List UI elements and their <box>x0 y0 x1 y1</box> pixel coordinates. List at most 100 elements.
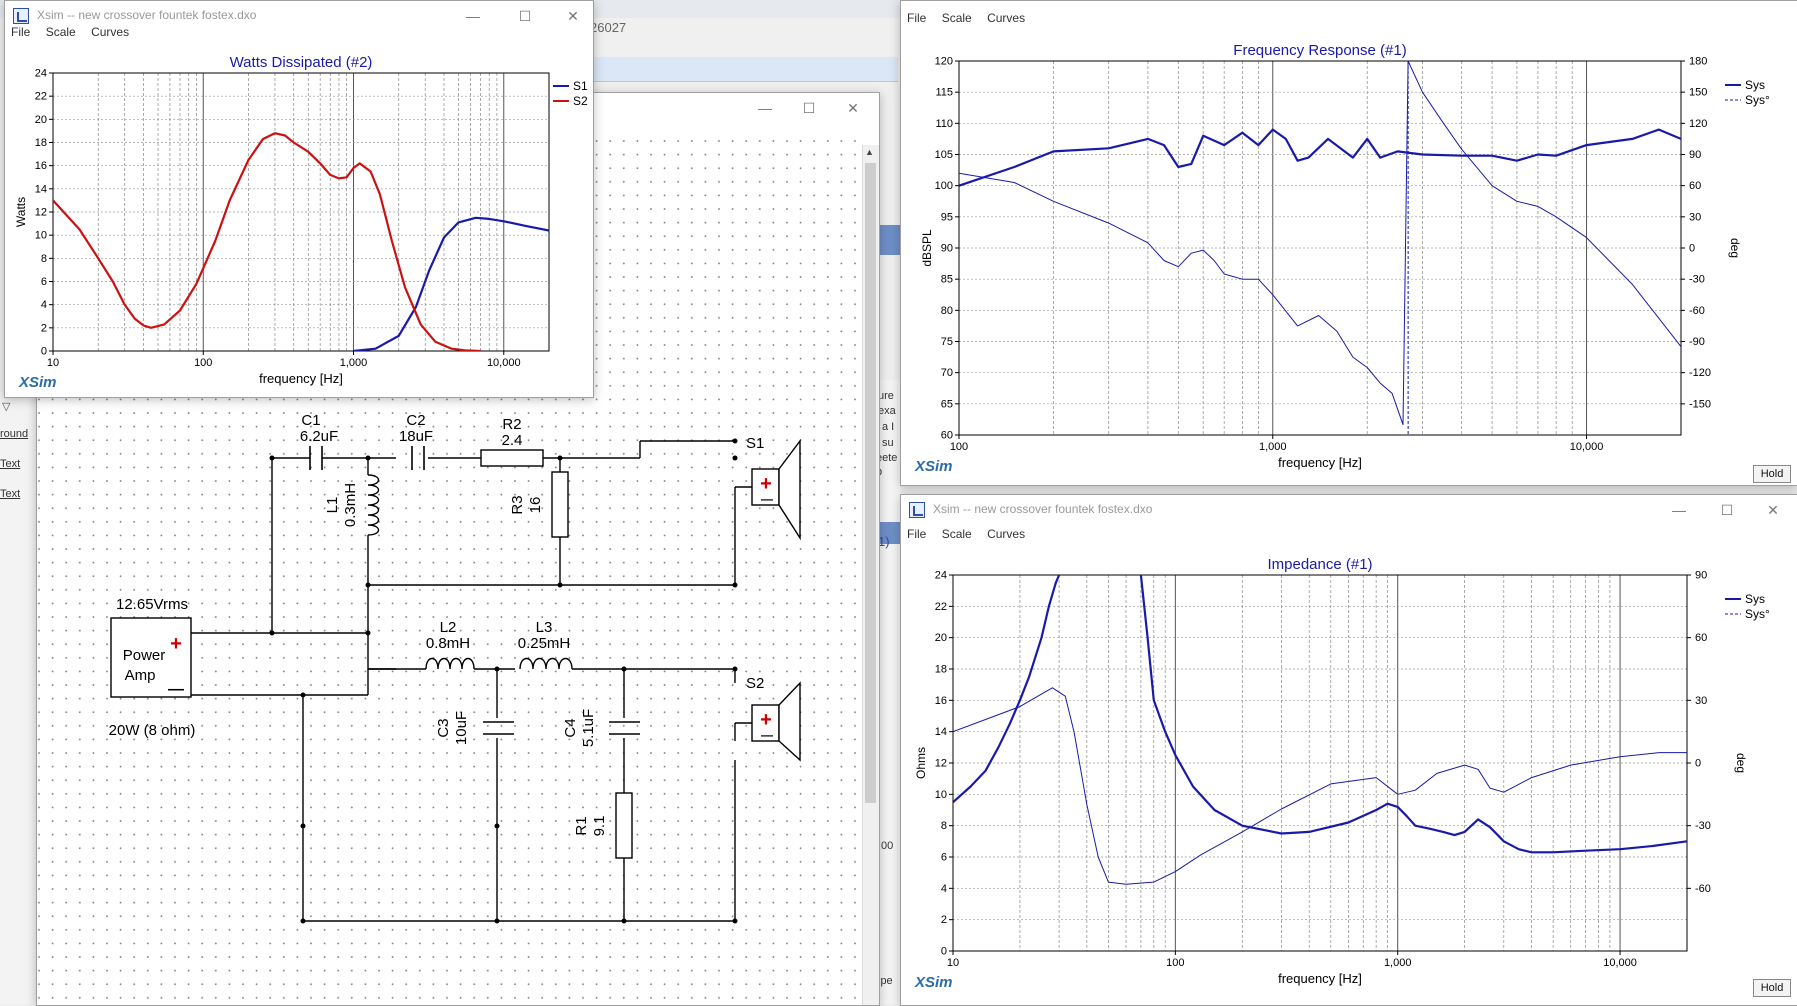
y-tick-label: 2 <box>41 322 47 334</box>
x-tick-label: 1,000 <box>340 357 368 369</box>
menu-curves[interactable]: Curves <box>981 9 1031 25</box>
y-tick-label: 14 <box>935 726 947 738</box>
y-tick-label: 22 <box>35 91 47 103</box>
mid-edge-text-3: a I <box>882 421 895 433</box>
series-line-sys <box>1139 575 1687 854</box>
xsim-app-icon <box>909 502 925 518</box>
y-tick-label: 8 <box>41 253 47 265</box>
imp-minimize-button[interactable]: — <box>1659 498 1699 522</box>
y-tick-label: 95 <box>941 211 953 223</box>
y-axis-label: Ohms <box>914 747 928 779</box>
imp-maximize-button[interactable]: ☐ <box>1707 498 1747 522</box>
y-tick-label: 0 <box>41 346 47 358</box>
imp-title-bar[interactable]: Xsim -- new crossover fountek fostex.dxo… <box>901 495 1797 525</box>
y-tick-label: 4 <box>941 883 947 895</box>
y2-tick-label: 180 <box>1689 56 1707 68</box>
y-tick-label: 14 <box>35 183 47 195</box>
y2-tick-label: -90 <box>1689 336 1705 348</box>
series-group <box>959 61 1681 426</box>
freq-window: File Scale Curves 60 65 70 75 80 85 90 95 100 105… <box>900 0 1797 486</box>
y-tick-label: 10 <box>935 789 947 801</box>
mid-edge-text-4: su <box>882 437 894 449</box>
imp-window-title: Xsim -- new crossover fountek fostex.dxo <box>933 502 1153 516</box>
schematic-minimize-button[interactable]: — <box>745 96 785 120</box>
y2-tick-label: -60 <box>1689 305 1705 317</box>
legend-label: Sys <box>1745 78 1765 92</box>
y-tick-label: 110 <box>935 118 953 130</box>
menu-curves[interactable]: Curves <box>85 23 135 39</box>
menu-scale[interactable]: Scale <box>936 9 978 25</box>
schematic-vertical-scrollbar[interactable]: ▲ <box>862 145 879 1005</box>
y2-tick-label: -120 <box>1689 367 1711 379</box>
x-tick-label: 10,000 <box>1570 441 1604 453</box>
left-edge-item-3[interactable]: Text <box>0 488 20 500</box>
y-axis-label: dBSPL <box>920 229 934 267</box>
watts-chart: 02468101214161820222410 100 1,000 10,000Wat… <box>14 54 588 391</box>
x-tick-label: 100 <box>194 357 212 369</box>
series-line-s1 <box>353 216 549 351</box>
legend-label: Sys <box>1745 592 1765 606</box>
y-tick-label: 105 <box>935 149 953 161</box>
legend-label: Sys° <box>1745 607 1770 621</box>
xsim-brand-label: XSim <box>18 374 57 391</box>
y-tick-label: 90 <box>941 243 953 255</box>
menu-file[interactable]: File <box>901 9 932 25</box>
imp-chart: 024681012141618202224-60-30030609010 100 1… <box>914 556 1770 991</box>
y-tick-label: 60 <box>941 430 953 442</box>
y-tick-label: 18 <box>935 664 947 676</box>
chart-title: Watts Dissipated (#2) <box>230 54 373 71</box>
y2-tick-label: 60 <box>1695 632 1707 644</box>
y-tick-label: 12 <box>35 207 47 219</box>
y-tick-label: 6 <box>941 852 947 864</box>
y-tick-label: 24 <box>935 570 947 582</box>
mid-edge-small-3: jpe <box>878 975 893 987</box>
mid-edge-small-2: ,00 <box>878 840 894 852</box>
y-tick-label: 70 <box>941 367 953 379</box>
xsim-brand-label: XSim <box>914 974 953 991</box>
menu-file[interactable]: File <box>5 23 36 39</box>
xsim-app-icon <box>13 8 29 24</box>
y2-tick-label: 30 <box>1689 211 1701 223</box>
y-tick-label: 120 <box>935 56 953 68</box>
y-tick-label: 0 <box>941 946 947 958</box>
chart-title: Impedance (#1) <box>1267 556 1372 573</box>
plot-frame <box>952 574 1688 952</box>
freq-hold-button[interactable]: Hold <box>1753 465 1791 483</box>
browser-address-fragment: 26027 <box>590 20 627 35</box>
x-tick-label: 100 <box>1166 957 1184 969</box>
y2-axis-label: deg <box>1728 238 1742 258</box>
schematic-close-button[interactable]: ✕ <box>833 96 873 120</box>
menu-curves[interactable]: Curves <box>981 525 1031 541</box>
y-tick-label: 6 <box>41 276 47 288</box>
y-tick-label: 80 <box>941 305 953 317</box>
x-tick-label: 1,000 <box>1259 441 1287 453</box>
y2-tick-label: 90 <box>1695 570 1707 582</box>
background-panel-left <box>0 392 37 1004</box>
scroll-up-arrow-icon[interactable]: ▲ <box>865 147 874 157</box>
y-tick-label: 20 <box>35 114 47 126</box>
schematic-maximize-button[interactable]: ☐ <box>789 96 829 120</box>
y-tick-label: 16 <box>935 695 947 707</box>
y-tick-label: 75 <box>941 336 953 348</box>
y2-tick-label: 0 <box>1695 758 1701 770</box>
y-tick-label: 16 <box>35 160 47 172</box>
imp-hold-button[interactable]: Hold <box>1753 979 1791 997</box>
y2-tick-label: 60 <box>1689 180 1701 192</box>
y2-tick-label: 0 <box>1689 243 1695 255</box>
menu-file[interactable]: File <box>901 525 932 541</box>
left-edge-item-1[interactable]: round <box>0 428 28 440</box>
scrollbar-thumb[interactable] <box>865 163 876 803</box>
menu-scale[interactable]: Scale <box>936 525 978 541</box>
freq-chart: 60 65 70 75 80 85 90 95 100 105 110 115 120 -150 -120 -… <box>914 42 1770 475</box>
menu-scale[interactable]: Scale <box>40 23 82 39</box>
y2-tick-label: 120 <box>1689 118 1707 130</box>
x-tick-label: 100 <box>950 441 968 453</box>
x-tick-label: 1,000 <box>1384 957 1412 969</box>
series-line-sys <box>953 575 1061 804</box>
x-tick-label: 10 <box>47 357 59 369</box>
chart-title: Frequency Response (#1) <box>1233 42 1406 59</box>
y2-tick-label: 150 <box>1689 87 1707 99</box>
left-edge-item-2[interactable]: Text <box>0 458 20 470</box>
imp-close-button[interactable]: ✕ <box>1753 498 1793 522</box>
y-tick-label: 2 <box>941 914 947 926</box>
